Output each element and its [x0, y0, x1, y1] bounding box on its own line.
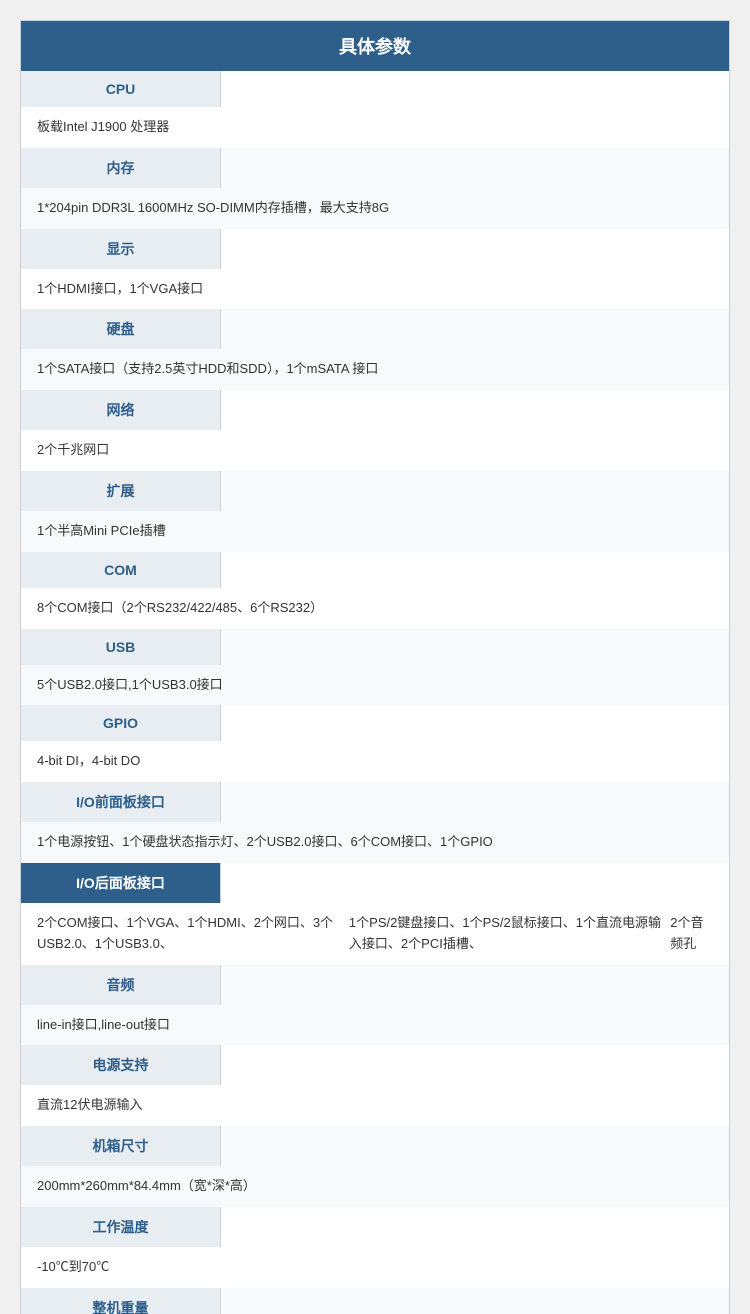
table-row: 显示1个HDMI接口，1个VGA接口: [21, 229, 730, 310]
spec-table: 具体参数 CPU板载Intel J1900 处理器内存1*204pin DDR3…: [20, 20, 730, 1314]
row-value: 1个电源按钮、1个硬盘状态指示灯、2个USB2.0接口、6个COM接口、1个GP…: [21, 822, 729, 863]
row-value: 4-bit DI，4-bit DO: [21, 741, 729, 782]
table-row: 网络2个千兆网口: [21, 390, 730, 471]
row-label: I/O后面板接口: [21, 863, 221, 903]
row-label: 工作温度: [21, 1207, 221, 1247]
table-row: 机箱尺寸200mm*260mm*84.4mm（宽*深*高）: [21, 1126, 730, 1207]
row-value: -10℃到70℃: [21, 1247, 729, 1288]
row-label: 显示: [21, 229, 221, 269]
table-row: 电源支持直流12伏电源输入: [21, 1045, 730, 1126]
row-label: GPIO: [21, 705, 221, 741]
row-value: 200mm*260mm*84.4mm（宽*深*高）: [21, 1166, 729, 1207]
row-label: 整机重量: [21, 1288, 221, 1314]
table-row: 内存1*204pin DDR3L 1600MHz SO-DIMM内存插槽，最大支…: [21, 148, 730, 229]
table-row: 工作温度-10℃到70℃: [21, 1207, 730, 1288]
row-value: 1*204pin DDR3L 1600MHz SO-DIMM内存插槽，最大支持8…: [21, 188, 729, 229]
row-value: 1个HDMI接口，1个VGA接口: [21, 269, 729, 310]
row-label: 音频: [21, 965, 221, 1005]
row-label: USB: [21, 629, 221, 665]
row-value: 板载Intel J1900 处理器: [21, 107, 729, 148]
row-label: 网络: [21, 390, 221, 430]
row-label: 内存: [21, 148, 221, 188]
table-row: I/O前面板接口1个电源按钮、1个硬盘状态指示灯、2个USB2.0接口、6个CO…: [21, 782, 730, 863]
row-label: 扩展: [21, 471, 221, 511]
table-row: COM8个COM接口（2个RS232/422/485、6个RS232）: [21, 552, 730, 629]
table-row: 硬盘1个SATA接口（支持2.5英寸HDD和SDD），1个mSATA 接口: [21, 309, 730, 390]
row-label: COM: [21, 552, 221, 588]
row-value: 5个USB2.0接口,1个USB3.0接口: [21, 665, 729, 706]
row-value: 1个半高Mini PCIe插槽: [21, 511, 729, 552]
row-value: 2个千兆网口: [21, 430, 729, 471]
table-row: 扩展1个半高Mini PCIe插槽: [21, 471, 730, 552]
table-row: USB5个USB2.0接口,1个USB3.0接口: [21, 629, 730, 706]
table-row: CPU板载Intel J1900 处理器: [21, 71, 730, 148]
row-label: CPU: [21, 71, 221, 107]
row-value: 1个SATA接口（支持2.5英寸HDD和SDD），1个mSATA 接口: [21, 349, 729, 390]
table-row: 音频line-in接口,line-out接口: [21, 965, 730, 1046]
table-row: I/O后面板接口2个COM接口、1个VGA、1个HDMI、2个网口、3个USB2…: [21, 863, 730, 965]
row-label: 电源支持: [21, 1045, 221, 1085]
table-row: 整机重量约3.8公斤: [21, 1288, 730, 1314]
row-value: 2个COM接口、1个VGA、1个HDMI、2个网口、3个USB2.0、1个USB…: [21, 903, 729, 965]
row-label: I/O前面板接口: [21, 782, 221, 822]
row-value: 8个COM接口（2个RS232/422/485、6个RS232）: [21, 588, 729, 629]
row-label: 硬盘: [21, 309, 221, 349]
table-row: GPIO4-bit DI，4-bit DO: [21, 705, 730, 782]
row-value: 直流12伏电源输入: [21, 1085, 729, 1126]
table-title: 具体参数: [21, 21, 730, 72]
row-value: line-in接口,line-out接口: [21, 1005, 729, 1046]
row-label: 机箱尺寸: [21, 1126, 221, 1166]
